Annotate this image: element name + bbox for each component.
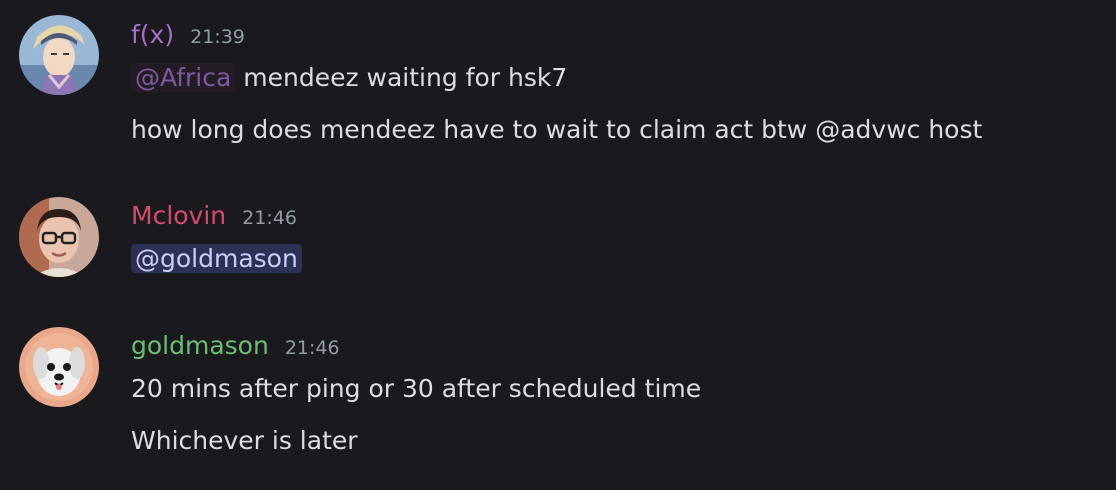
message-text: Whichever is later [131, 426, 358, 455]
chat-message-list: f(x) 21:39 @Africa mendeez waiting for h… [0, 0, 1116, 490]
message-text: how long does mendeez have to wait to cl… [131, 115, 983, 144]
avatar[interactable] [19, 15, 99, 95]
message-header: Mclovin 21:46 [131, 198, 297, 234]
message-content: @goldmason [131, 239, 302, 279]
person-with-glasses-avatar-icon [19, 197, 99, 277]
message-text: 20 mins after ping or 30 after scheduled… [131, 374, 702, 403]
message-header: goldmason 21:46 [131, 328, 340, 364]
white-dog-avatar-icon [19, 327, 99, 407]
timestamp[interactable]: 21:46 [285, 330, 340, 366]
avatar[interactable] [19, 197, 99, 277]
message-content: Whichever is later [131, 421, 358, 461]
message-content: 20 mins after ping or 30 after scheduled… [131, 369, 701, 409]
username[interactable]: goldmason [131, 328, 269, 364]
username[interactable]: f(x) [131, 17, 174, 53]
message-text: mendeez waiting for hsk7 [243, 63, 568, 92]
username[interactable]: Mclovin [131, 198, 226, 234]
message-content: @Africa mendeez waiting for hsk7 [131, 58, 567, 98]
role-mention[interactable]: @Africa [131, 63, 236, 92]
message-content: how long does mendeez have to wait to cl… [131, 110, 982, 150]
timestamp[interactable]: 21:39 [190, 19, 245, 55]
user-mention[interactable]: @goldmason [131, 244, 302, 273]
anime-character-avatar-icon [19, 15, 99, 95]
timestamp[interactable]: 21:46 [242, 200, 297, 236]
avatar[interactable] [19, 327, 99, 407]
message-header: f(x) 21:39 [131, 17, 245, 53]
